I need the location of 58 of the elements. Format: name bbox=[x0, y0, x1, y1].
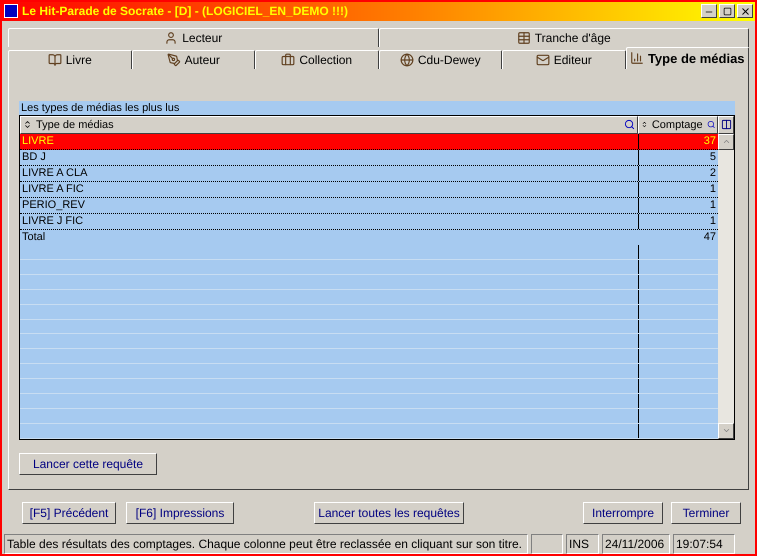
total-label: Total bbox=[21, 230, 46, 245]
table-row[interactable]: LIVRE 37 bbox=[20, 134, 718, 150]
briefcase-icon bbox=[281, 52, 296, 67]
globe-icon bbox=[400, 52, 414, 67]
interrupt-button[interactable]: Interrompre bbox=[583, 502, 663, 524]
person-icon bbox=[164, 30, 178, 45]
table-cell-text: BD J bbox=[21, 150, 47, 165]
bar-chart-icon bbox=[630, 51, 644, 66]
tab[interactable]: Collection bbox=[255, 50, 378, 69]
maximize-icon bbox=[722, 6, 732, 16]
tab[interactable]: Lecteur bbox=[8, 28, 378, 47]
columns-button[interactable] bbox=[718, 116, 734, 134]
window-title: Le Hit-Parade de Socrate - [D] - (LOGICIEL_EN_DEMO !!!) bbox=[22, 3, 348, 20]
table-cell-text: LIVRE J FIC bbox=[21, 214, 84, 229]
tab[interactable]: Cdu-Dewey bbox=[378, 50, 502, 69]
columns-icon bbox=[720, 119, 732, 130]
table-cell-text: PERIO_REV bbox=[21, 198, 86, 213]
envelope-icon bbox=[536, 52, 550, 67]
status-panel bbox=[531, 534, 563, 554]
tab[interactable]: Type de médias bbox=[626, 46, 749, 69]
close-icon bbox=[740, 6, 750, 17]
maximize-button[interactable] bbox=[719, 4, 735, 18]
table-icon bbox=[516, 30, 531, 45]
tab[interactable]: Tranche d'âge bbox=[378, 28, 749, 47]
table-row[interactable]: LIVRE J FIC 1 bbox=[20, 214, 718, 230]
scrollbar[interactable] bbox=[718, 134, 734, 439]
table-row[interactable]: LIVRE A CLA 2 bbox=[20, 166, 718, 182]
sort-icon bbox=[23, 120, 32, 130]
minimize-button[interactable] bbox=[701, 4, 717, 18]
search-icon bbox=[624, 119, 635, 130]
total-value: 47 bbox=[702, 230, 717, 245]
status-time: 19:07:54 bbox=[673, 534, 735, 554]
pen-icon bbox=[166, 52, 181, 67]
table-row[interactable]: LIVRE A FIC 1 bbox=[20, 182, 718, 198]
sort-icon bbox=[641, 120, 648, 130]
close-button[interactable] bbox=[737, 4, 753, 18]
table-cell-text: LIVRE A CLA bbox=[21, 166, 88, 181]
run-query-button[interactable]: Lancer cette requête bbox=[19, 452, 157, 475]
column-header[interactable]: Comptage bbox=[638, 116, 718, 134]
print-button[interactable]: [F6] Impressions bbox=[126, 502, 234, 524]
table-cell-text: LIVRE A FIC bbox=[21, 182, 85, 197]
column-header[interactable]: Type de médias bbox=[20, 116, 638, 134]
book-icon bbox=[48, 52, 62, 67]
finish-button[interactable]: Terminer bbox=[671, 502, 741, 524]
previous-button[interactable]: [F5] Précédent bbox=[22, 502, 116, 524]
status-mode: INS bbox=[566, 534, 599, 554]
table-row[interactable]: PERIO_REV 1 bbox=[20, 198, 718, 214]
run-all-button[interactable]: Lancer toutes les requêtes bbox=[314, 502, 464, 524]
table-row[interactable]: BD J 5 bbox=[20, 150, 718, 166]
status-date: 24/11/2006 bbox=[602, 534, 670, 554]
tab[interactable]: Editeur bbox=[502, 50, 626, 69]
status-message: Table des résultats des comptages. Chaque colonne peut être reclassée en cliquant sur son titre. bbox=[4, 534, 528, 554]
grid-caption: Les types de médias les plus lus bbox=[20, 100, 180, 115]
search-icon bbox=[706, 119, 715, 130]
tab[interactable]: Auteur bbox=[132, 50, 255, 69]
app-icon bbox=[4, 4, 18, 18]
table-cell-text: LIVRE bbox=[21, 134, 55, 149]
tab[interactable]: Livre bbox=[8, 50, 132, 69]
